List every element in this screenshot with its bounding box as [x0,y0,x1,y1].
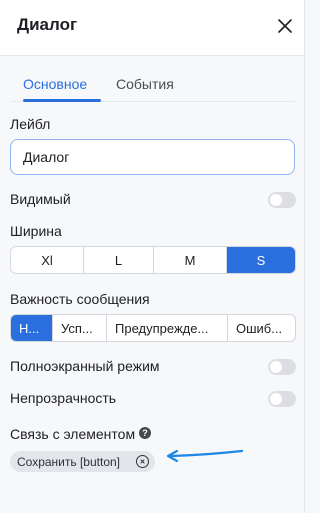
panel-title: Диалог [17,15,78,34]
importance-label: Важность сообщения [10,291,150,307]
importance-option-error[interactable]: Ошиб... [228,315,295,341]
arrow-icon [166,449,244,463]
width-option-s[interactable]: S [227,247,295,273]
width-option-xl[interactable]: Xl [11,247,84,273]
width-label: Ширина [10,223,62,239]
fullscreen-toggle[interactable] [268,359,296,375]
width-selector: Xl L M S [10,246,296,274]
visible-toggle[interactable] [268,192,296,208]
importance-option-neutral[interactable]: Н... [11,315,53,341]
visible-label: Видимый [10,191,71,207]
panel-header: Диалог [0,0,304,56]
width-option-l[interactable]: L [84,247,154,273]
importance-selector: Н... Усп... Предупрежде... Ошиб... [10,314,296,342]
width-option-m[interactable]: M [154,247,227,273]
opacity-label: Непрозрачность [10,390,117,406]
label-input[interactable]: Диалог [10,139,295,175]
close-icon [278,19,292,33]
panel-divider [304,0,305,513]
importance-option-warning[interactable]: Предупрежде... [107,315,228,341]
importance-option-success[interactable]: Усп... [53,315,107,341]
help-icon[interactable]: ? [139,427,151,439]
tab-main[interactable]: Основное [23,76,87,92]
opacity-toggle[interactable] [268,391,296,407]
link-label: Связь с элементом [10,426,136,442]
linked-element-chip[interactable]: Сохранить [button] [10,451,155,472]
toggle-knob [270,361,282,373]
tab-active-indicator [23,99,101,102]
label-field-label: Лейбл [10,116,51,132]
tab-events[interactable]: События [116,76,174,92]
chip-label: Сохранить [button] [17,454,120,469]
label-input-value: Диалог [23,149,70,165]
tab-bar: Основное События [10,70,295,102]
remove-circle-icon[interactable] [136,455,149,468]
toggle-knob [270,393,282,405]
fullscreen-label: Полноэкранный режим [10,358,160,374]
close-button[interactable] [275,16,295,36]
properties-panel: Диалог Основное События Лейбл Диалог Вид… [0,0,305,513]
toggle-knob [270,194,282,206]
